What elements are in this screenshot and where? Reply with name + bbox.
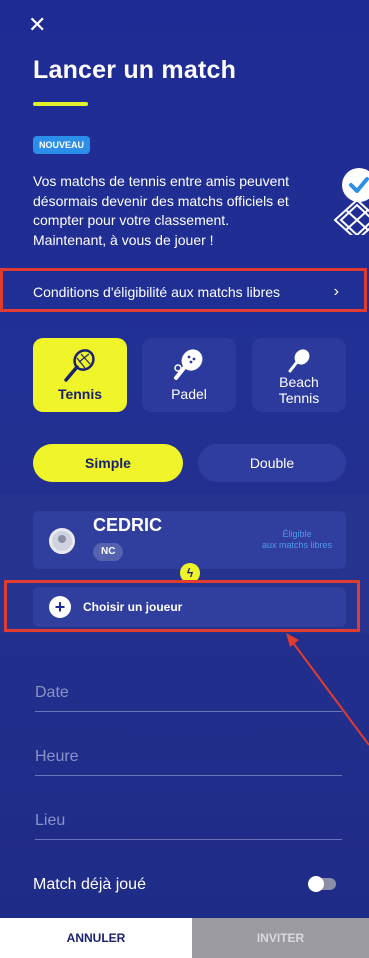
promo-text: Vos matchs de tennis entre amis peuvent … bbox=[33, 172, 333, 250]
place-placeholder: Lieu bbox=[35, 812, 66, 829]
promo-line: Vos matchs de tennis entre amis peuvent bbox=[33, 173, 290, 189]
date-field[interactable]: Date bbox=[35, 672, 342, 712]
avatar bbox=[49, 528, 75, 554]
eligibility-conditions-link[interactable]: Conditions d'éligibilité aux matchs libr… bbox=[33, 280, 353, 304]
eligible-tag-line1: Éligible bbox=[282, 529, 312, 539]
page-title: Lancer un match bbox=[33, 56, 237, 84]
chevron-right-icon: › bbox=[333, 283, 339, 300]
format-simple-button[interactable]: Simple bbox=[33, 444, 183, 482]
promo-line: compter pour votre classement. bbox=[33, 212, 230, 228]
eligible-tag-line2: aux matchs libres bbox=[261, 540, 332, 550]
match-played-row: Match déjà joué bbox=[33, 874, 346, 896]
footer-actions: ANNULER INVITER bbox=[0, 918, 369, 958]
eligibility-conditions-label: Conditions d'éligibilité aux matchs libr… bbox=[33, 284, 281, 300]
date-placeholder: Date bbox=[35, 684, 69, 701]
player-name: CEDRIC bbox=[93, 515, 163, 535]
player-card: CEDRIC NC Éligible aux matchs libres bbox=[33, 511, 346, 569]
promo-line: désormais devenir des matchs officiels e… bbox=[33, 192, 289, 209]
sport-selector: Tennis Padel Beach Tennis bbox=[33, 338, 346, 412]
cancel-button[interactable]: ANNULER bbox=[0, 918, 192, 958]
sport-padel-button[interactable]: Padel bbox=[142, 338, 236, 412]
format-selector: Simple Double bbox=[33, 444, 346, 482]
court-check-icon bbox=[333, 168, 369, 235]
player-rank-badge: NC bbox=[93, 543, 124, 561]
sport-beach-tennis-button[interactable]: Beach Tennis bbox=[252, 338, 346, 412]
launch-match-screen: ✕ Lancer un match NOUVEAU Vos matchs de … bbox=[0, 0, 369, 958]
time-field[interactable]: Heure bbox=[35, 736, 342, 776]
time-underline bbox=[35, 775, 342, 776]
promo-line: Maintenant, à vous de jouer ! bbox=[33, 231, 214, 248]
place-field[interactable]: Lieu bbox=[35, 800, 342, 840]
format-double-button[interactable]: Double bbox=[198, 444, 346, 482]
tennis-racket-icon bbox=[64, 349, 95, 382]
padel-racket-icon bbox=[174, 349, 203, 380]
invite-button[interactable]: INVITER bbox=[192, 918, 369, 958]
sport-tennis-button[interactable]: Tennis bbox=[33, 338, 127, 412]
lightning-icon: ϟ bbox=[180, 563, 200, 583]
sport-tennis-label: Tennis bbox=[57, 386, 103, 402]
choose-player-button[interactable]: + Choisir un joueur bbox=[33, 587, 346, 627]
title-underline bbox=[33, 102, 88, 106]
sport-padel-label: Padel bbox=[171, 386, 207, 402]
sport-beach-tennis-label-line2: Tennis bbox=[278, 390, 320, 406]
match-played-label: Match déjà joué bbox=[33, 876, 146, 893]
place-underline bbox=[35, 839, 342, 840]
match-played-toggle[interactable] bbox=[308, 876, 336, 892]
time-placeholder: Heure bbox=[35, 748, 79, 765]
sport-beach-tennis-label-line1: Beach bbox=[279, 374, 319, 390]
new-badge: NOUVEAU bbox=[33, 136, 91, 154]
choose-player-label: Choisir un joueur bbox=[83, 600, 183, 614]
eligible-tag: Éligible aux matchs libres bbox=[262, 529, 332, 551]
close-icon[interactable]: ✕ bbox=[28, 14, 46, 36]
date-underline bbox=[35, 711, 342, 712]
beach-tennis-racket-icon bbox=[288, 349, 310, 373]
plus-icon: + bbox=[49, 596, 71, 618]
